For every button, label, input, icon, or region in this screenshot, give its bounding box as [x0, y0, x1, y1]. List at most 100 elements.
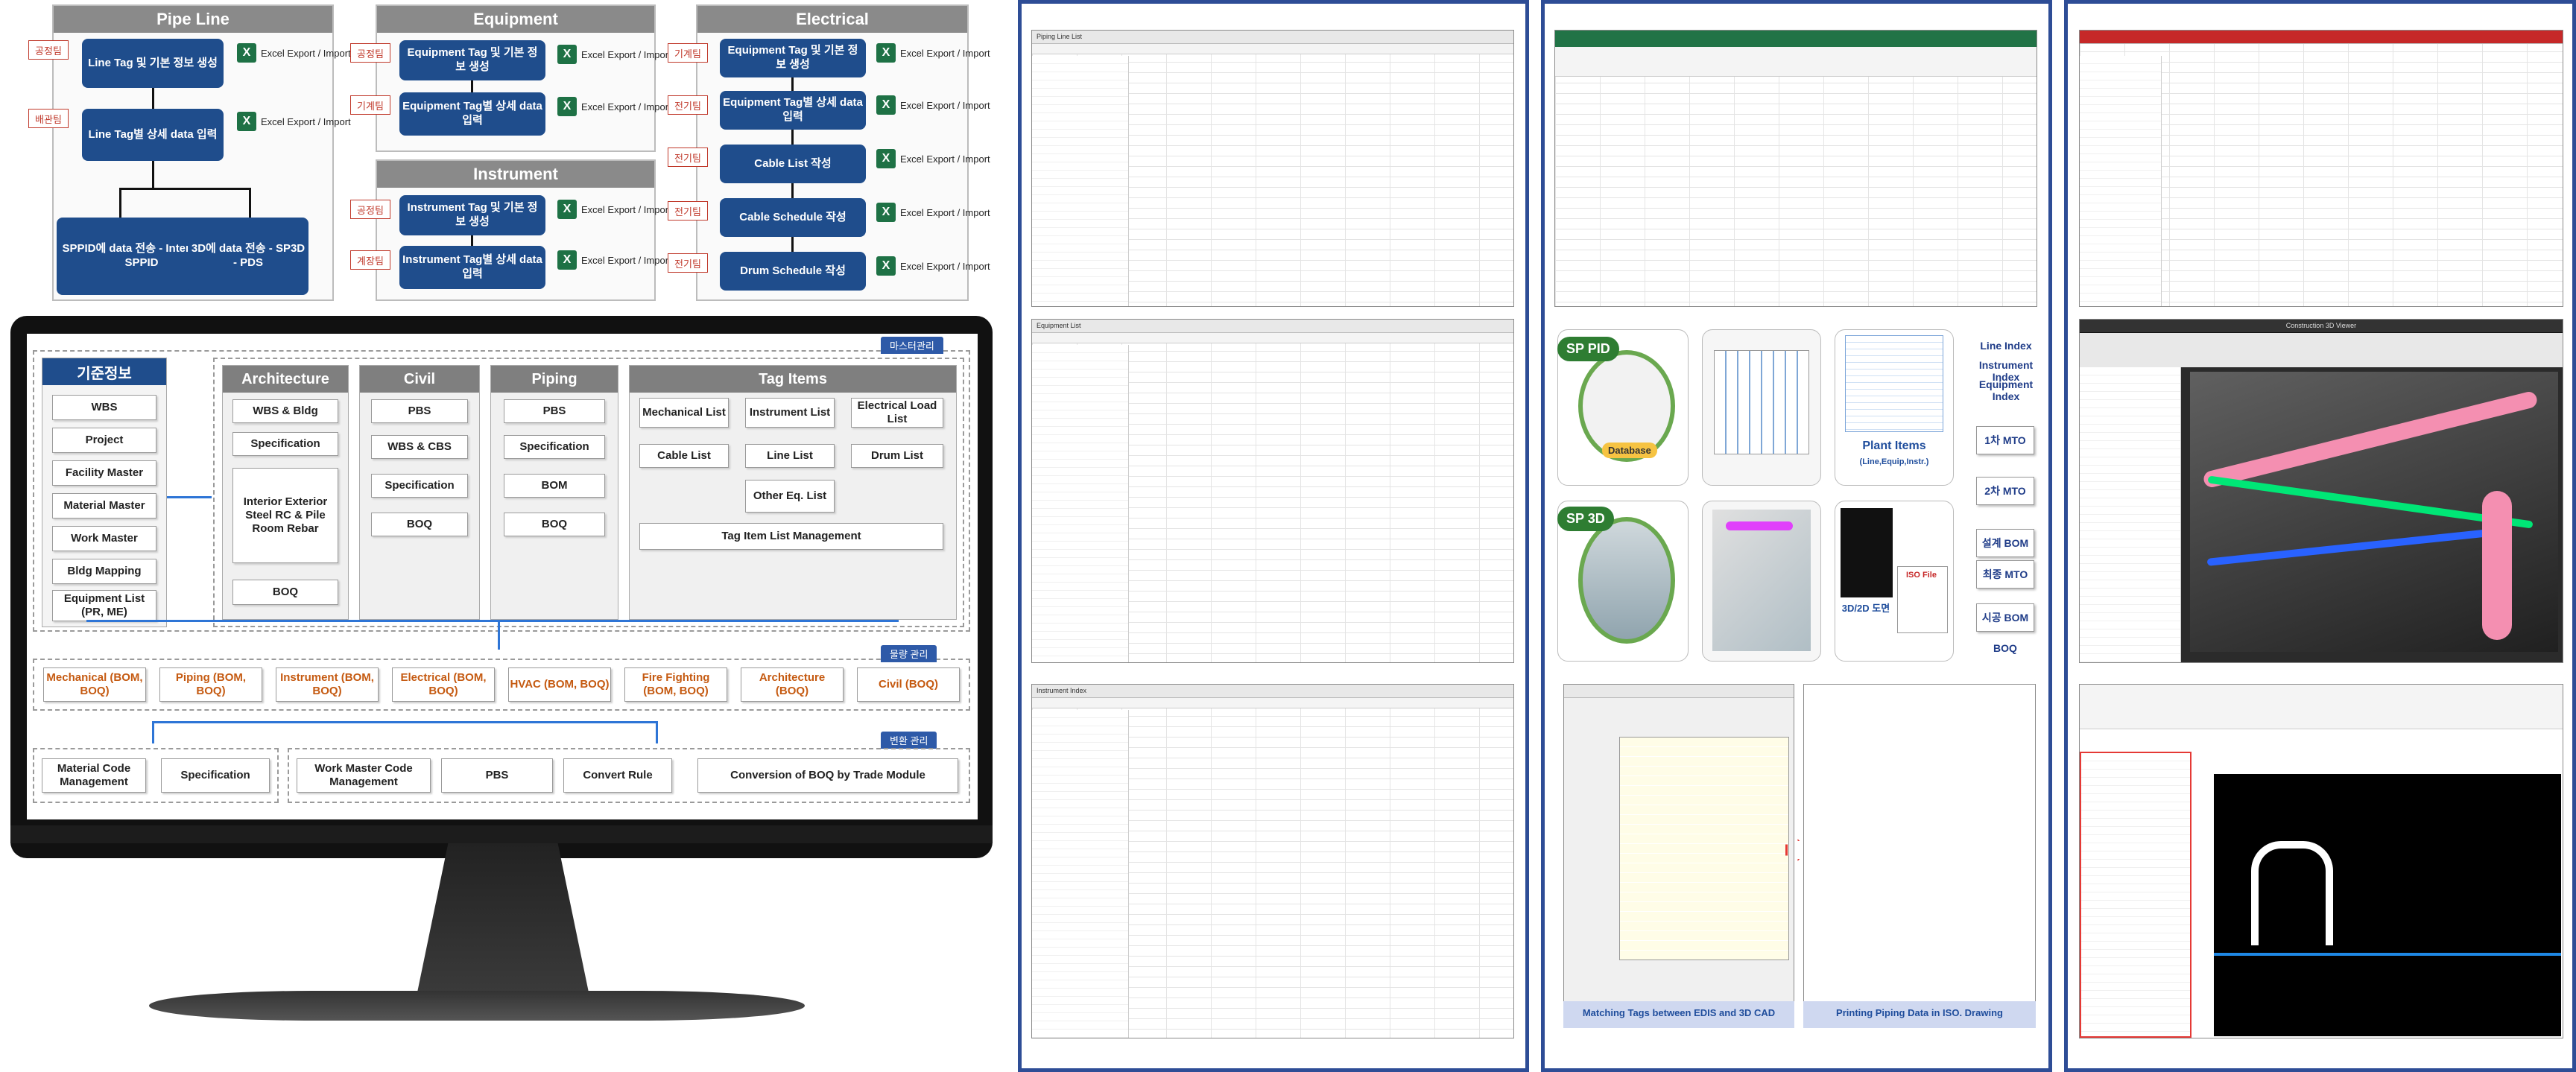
equipment-box-detail[interactable]: Equipment Tag별 상세 data 입력 — [399, 92, 545, 136]
excel-icon: X — [557, 200, 577, 219]
pipe-pink-large — [2482, 491, 2512, 640]
basic-bldg-mapping[interactable]: Bldg Mapping — [52, 559, 156, 584]
electrical-box-3[interactable]: Cable List 작성 — [720, 145, 866, 183]
trade-hvac[interactable]: HVAC (BOM, BOQ) — [508, 667, 611, 702]
trade-instrument[interactable]: Instrument (BOM, BOQ) — [276, 667, 379, 702]
pipeline-box-3d[interactable]: 3D에 data 전송 - SP3D - PDS — [188, 218, 308, 295]
window-title: Instrument Index — [1032, 685, 1513, 698]
electrical-tag-2: 전기팀 — [668, 95, 708, 115]
conv-rule[interactable]: Convert Rule — [563, 758, 672, 793]
instrument-box-create[interactable]: Instrument Tag 및 기본 정보 생성 — [399, 195, 545, 235]
tag-drum-list[interactable]: Drum List — [851, 444, 943, 468]
window-tag-viewer — [2079, 30, 2563, 307]
basic-work-master[interactable]: Work Master — [52, 526, 156, 551]
tag-cable-list[interactable]: Cable List — [639, 444, 729, 468]
basic-material-master[interactable]: Material Master — [52, 493, 156, 518]
conv-work-master[interactable]: Work Master Code Management — [297, 758, 431, 793]
tree-panel — [1032, 345, 1129, 662]
basic-facility-master[interactable]: Facility Master — [52, 460, 156, 486]
step-1st-mto[interactable]: 1차 MTO — [1976, 426, 2034, 454]
excel-icon: X — [237, 43, 256, 63]
conv-pbs[interactable]: PBS — [441, 758, 553, 793]
toolbar — [1032, 698, 1513, 708]
trade-architecture[interactable]: Architecture (BOQ) — [741, 667, 844, 702]
conv-material-code[interactable]: Material Code Management — [42, 758, 146, 793]
conv-specification[interactable]: Specification — [161, 758, 270, 793]
arch-boq[interactable]: BOQ — [232, 580, 338, 605]
civil-pbs[interactable]: PBS — [371, 399, 468, 423]
trade-fire-fighting[interactable]: Fire Fighting (BOM, BOQ) — [624, 667, 727, 702]
trade-civil[interactable]: Civil (BOQ) — [857, 667, 960, 702]
step-boq[interactable]: BOQ — [1976, 642, 2034, 654]
equipment-excel-1[interactable]: X Excel Export / Import — [557, 45, 671, 64]
trade-mechanical[interactable]: Mechanical (BOM, BOQ) — [43, 667, 146, 702]
excel-icon: X — [876, 149, 896, 168]
pipeline-excel-2[interactable]: X Excel Export / Import — [237, 112, 351, 131]
arch-components[interactable]: Interior Exterior Steel RC & Pile Room R… — [232, 468, 338, 563]
piping-boq[interactable]: BOQ — [504, 513, 605, 536]
conv-boq-trade[interactable]: Conversion of BOQ by Trade Module — [697, 758, 958, 793]
ribbon — [2080, 333, 2563, 367]
step-construction-bom[interactable]: 시공 BOM — [1976, 603, 2034, 632]
instrument-excel-2[interactable]: X Excel Export / Import — [557, 250, 671, 270]
civil-specification[interactable]: Specification — [371, 474, 468, 498]
equipment-excel-2[interactable]: X Excel Export / Import — [557, 97, 671, 116]
excel-icon: X — [557, 45, 577, 64]
civil-wbs-cbs[interactable]: WBS & CBS — [371, 435, 468, 459]
civil-boq[interactable]: BOQ — [371, 513, 468, 536]
equipment-tag-2: 기계팀 — [350, 95, 390, 115]
trade-piping[interactable]: Piping (BOM, BOQ) — [159, 667, 262, 702]
piping-pbs[interactable]: PBS — [504, 399, 605, 423]
instrument-excel-1[interactable]: X Excel Export / Import — [557, 200, 671, 219]
trade-electrical[interactable]: Electrical (BOM, BOQ) — [392, 667, 495, 702]
window-title: Construction 3D Viewer — [2080, 320, 2563, 333]
tree-panel — [1032, 56, 1129, 306]
equipment-title: Equipment — [377, 6, 654, 33]
electrical-excel-5[interactable]: X Excel Export / Import — [876, 256, 990, 276]
electrical-box-5[interactable]: Drum Schedule 작성 — [720, 252, 866, 291]
basic-project[interactable]: Project — [52, 428, 156, 453]
basic-wbs[interactable]: WBS — [52, 395, 156, 420]
tag-item-list-management[interactable]: Tag Item List Management — [639, 523, 943, 550]
electrical-excel-2[interactable]: X Excel Export / Import — [876, 95, 990, 115]
step-design-bom[interactable]: 설계 BOM — [1976, 529, 2034, 557]
tree-panel — [2080, 367, 2181, 662]
toolbar — [1032, 333, 1513, 343]
tag-instrument-list[interactable]: Instrument List — [745, 398, 835, 428]
electrical-box-1[interactable]: Equipment Tag 및 기본 정보 생성 — [720, 39, 866, 77]
electrical-box-4[interactable]: Cable Schedule 작성 — [720, 198, 866, 237]
tree-panel — [2080, 752, 2192, 1038]
electrical-box-2[interactable]: Equipment Tag별 상세 data 입력 — [720, 91, 866, 130]
tag-line-list[interactable]: Line List — [745, 444, 835, 468]
step-line-index[interactable]: Line Index — [1967, 340, 2045, 352]
tag-mechanical-list[interactable]: Mechanical List — [639, 398, 729, 428]
arch-specification[interactable]: Specification — [232, 432, 338, 456]
monitor-chin — [10, 825, 993, 843]
window-title: Piping Line List — [1032, 31, 1513, 44]
arch-wbs-bldg[interactable]: WBS & Bldg — [232, 399, 338, 423]
instrument-box-detail[interactable]: Instrument Tag별 상세 data 입력 — [399, 246, 545, 289]
basic-equipment-list[interactable]: Equipment List (PR, ME) — [52, 590, 156, 621]
piping-bom[interactable]: BOM — [504, 474, 605, 498]
excel-icon: X — [557, 250, 577, 270]
civil-title: Civil — [360, 366, 479, 393]
electrical-excel-4[interactable]: X Excel Export / Import — [876, 203, 990, 222]
tag-other-eq-list[interactable]: Other Eq. List — [745, 480, 835, 513]
step-2nd-mto[interactable]: 2차 MTO — [1976, 477, 2034, 505]
electrical-excel-1[interactable]: X Excel Export / Import — [876, 43, 990, 63]
pipeline-excel-1[interactable]: X Excel Export / Import — [237, 43, 351, 63]
window-cad-view — [2079, 684, 2563, 1038]
piping-specification[interactable]: Specification — [504, 435, 605, 459]
tag-electrical-load-list[interactable]: Electrical Load List — [851, 398, 943, 428]
arrow — [791, 183, 794, 198]
step-equipment-index[interactable]: Equipment Index — [1967, 378, 2045, 402]
pipeline-box-create[interactable]: Line Tag 및 기본 정보 생성 — [82, 39, 224, 88]
arrow — [471, 80, 473, 92]
equipment-box-create[interactable]: Equipment Tag 및 기본 정보 생성 — [399, 40, 545, 80]
step-final-mto[interactable]: 최종 MTO — [1976, 560, 2034, 589]
pipeline-box-detail[interactable]: Line Tag별 상세 data 입력 — [82, 109, 224, 161]
window-3d-viewer: Construction 3D Viewer — [2079, 319, 2563, 663]
arrow — [152, 88, 154, 109]
instrument-tag-2: 계장팀 — [350, 250, 390, 270]
electrical-excel-3[interactable]: X Excel Export / Import — [876, 149, 990, 168]
